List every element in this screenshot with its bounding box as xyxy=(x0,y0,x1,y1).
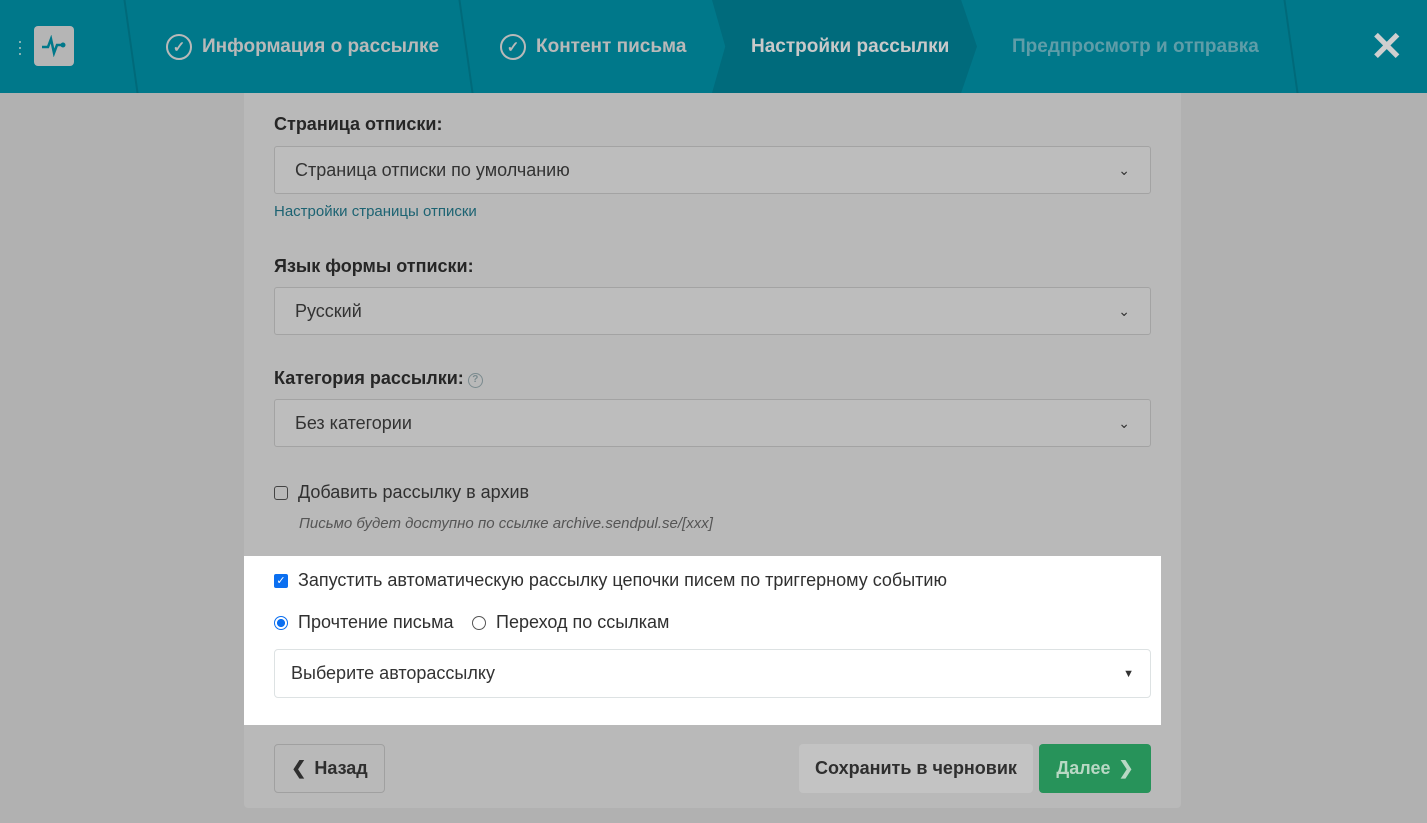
check-circle-icon: ✓ xyxy=(166,33,192,60)
wizard-header: · · · ✓ Информация о рассылке ✓ Контент пись… xyxy=(0,0,1427,93)
radio-selected-icon[interactable] xyxy=(274,615,288,630)
check-circle-icon: ✓ xyxy=(500,33,526,60)
step-content[interactable]: ✓ Контент письма xyxy=(500,0,686,93)
trigger-checkbox[interactable]: ✓ Запустить автоматическую рассылку цепоч… xyxy=(274,570,947,591)
back-button[interactable]: ❮ Назад xyxy=(274,744,385,793)
chevron-down-icon: ⌄ xyxy=(1118,414,1130,431)
unsubscribe-page-label: Страница отписки: xyxy=(274,114,443,134)
chevron-down-icon: ⌄ xyxy=(1118,161,1130,178)
radio-icon[interactable] xyxy=(472,615,486,630)
logo-pulse-icon[interactable] xyxy=(34,26,74,66)
step-info[interactable]: ✓ Информация о рассылке xyxy=(166,0,439,93)
menu-dots-icon[interactable]: · · · xyxy=(17,32,23,62)
checkbox-checked-icon[interactable]: ✓ xyxy=(274,573,288,588)
unsubscribe-page-select[interactable]: Страница отписки по умолчанию ⌄ xyxy=(274,146,1151,194)
help-icon[interactable]: ? xyxy=(467,373,483,388)
autoresponder-select[interactable]: Выберите авторассылку ▼ xyxy=(274,649,1151,698)
radio-read-email[interactable]: Прочтение письма xyxy=(274,612,454,633)
archive-checkbox[interactable]: Добавить рассылку в архив xyxy=(274,482,529,503)
radio-link-click[interactable]: Переход по ссылкам xyxy=(472,612,669,633)
chevron-down-icon: ⌄ xyxy=(1118,302,1130,319)
category-label: Категория рассылки:? xyxy=(274,368,483,389)
step-preview[interactable]: Предпросмотр и отправка xyxy=(1012,0,1259,93)
archive-hint: Письмо будет доступно по ссылке archive.… xyxy=(299,515,713,532)
save-draft-button[interactable]: Сохранить в черновик xyxy=(799,744,1033,793)
unsubscribe-settings-link[interactable]: Настройки страницы отписки xyxy=(274,203,477,220)
category-select[interactable]: Без категории ⌄ xyxy=(274,399,1151,447)
step-settings-active[interactable]: Настройки рассылки xyxy=(751,0,949,93)
close-icon[interactable]: ✕ xyxy=(1370,24,1404,70)
checkbox-icon[interactable] xyxy=(274,485,288,500)
unsubscribe-lang-label: Язык формы отписки: xyxy=(274,256,474,276)
unsubscribe-lang-select[interactable]: Русский ⌄ xyxy=(274,287,1151,335)
chevron-left-icon: ❮ xyxy=(291,758,307,778)
chevron-right-icon: ❯ xyxy=(1118,758,1134,778)
next-button[interactable]: Далее ❯ xyxy=(1039,744,1151,793)
caret-down-icon: ▼ xyxy=(1123,667,1134,680)
